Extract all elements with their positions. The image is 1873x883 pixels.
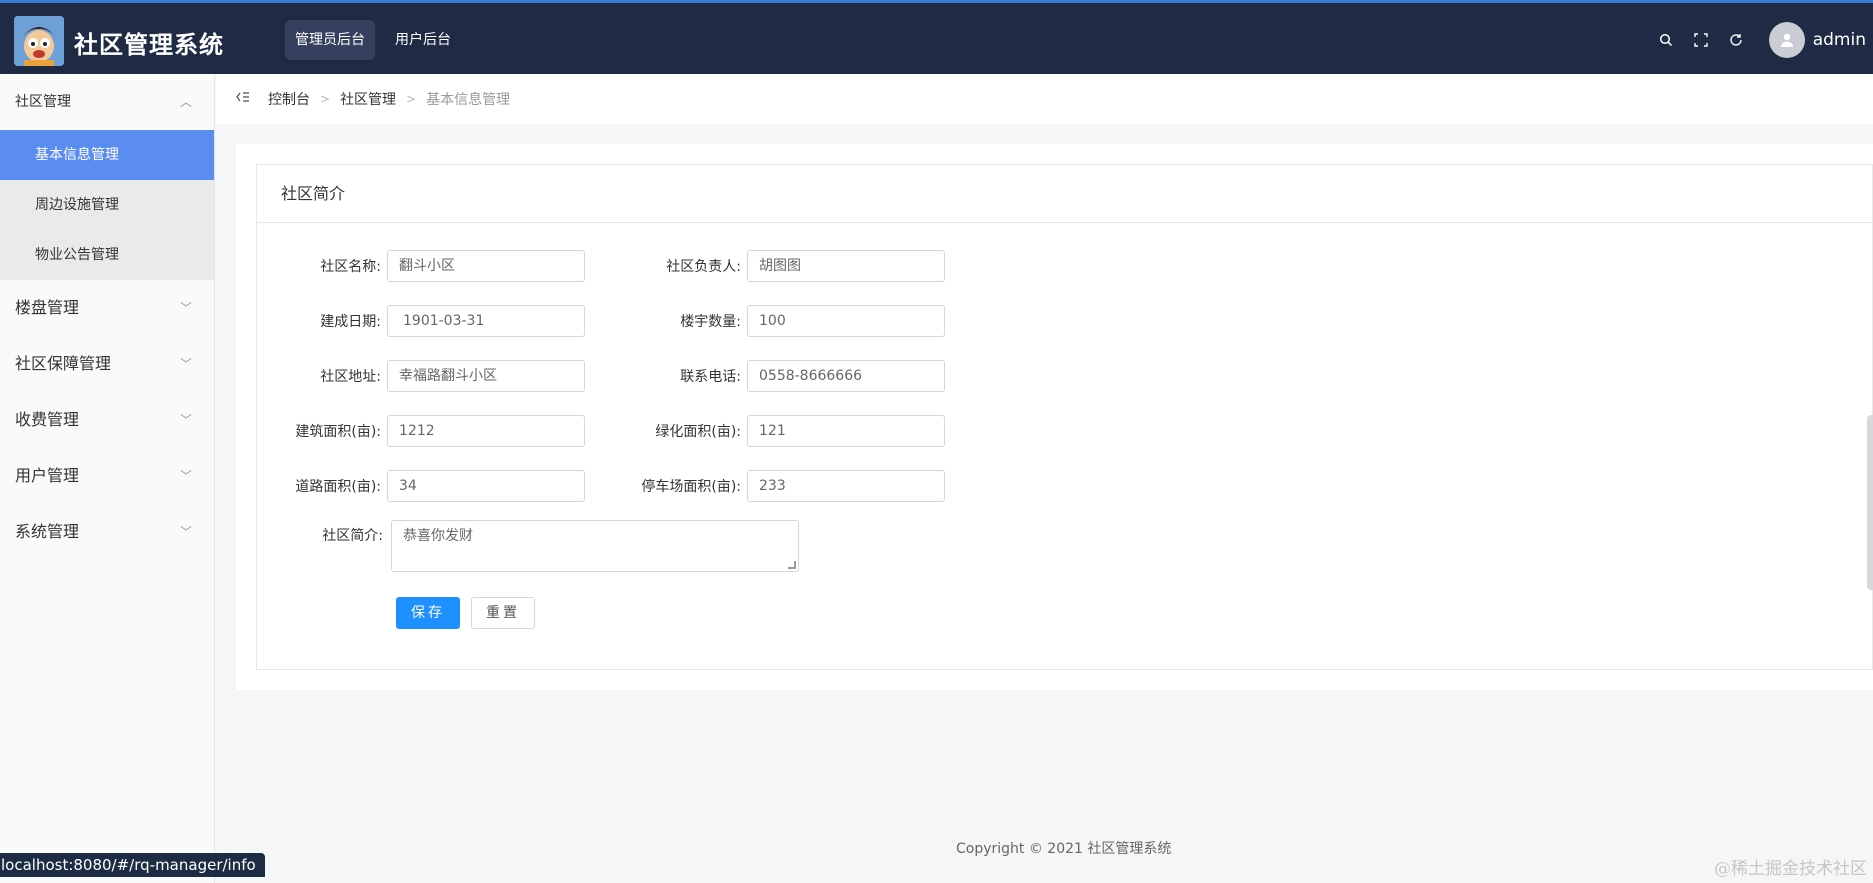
top-header: 社区管理系统 管理员后台 用户后台 admin: [0, 0, 1873, 74]
phone-input[interactable]: 0558-8666666: [747, 360, 945, 392]
chevron-down-icon: ﹀: [179, 301, 192, 315]
breadcrumb-community[interactable]: 社区管理: [340, 89, 396, 109]
chevron-down-icon: ﹀: [179, 469, 192, 483]
building-count-input[interactable]: 100: [747, 305, 945, 337]
form-row-road-area: 道路面积(亩): 34: [257, 470, 585, 502]
menu-label: 社区管理: [15, 94, 71, 110]
status-bar-url: localhost:8080/#/rq-manager/info: [0, 853, 265, 877]
parking-area-label: 停车场面积(亩):: [641, 479, 741, 495]
intro-label: 社区简介:: [322, 528, 383, 544]
resize-handle-icon[interactable]: [788, 561, 796, 569]
built-date-label: 建成日期:: [320, 314, 381, 330]
nav-admin-backend[interactable]: 管理员后台: [285, 20, 375, 60]
menu-group-community: 社区管理 ︿ 基本信息管理 周边设施管理 物业公告管理: [0, 74, 214, 280]
menu-label: 用户管理: [15, 466, 80, 485]
road-area-input[interactable]: 34: [387, 470, 585, 502]
phone-label: 联系电话:: [680, 369, 741, 385]
green-area-label: 绿化面积(亩):: [655, 424, 741, 440]
construct-area-input[interactable]: 1212: [387, 415, 585, 447]
community-leader-label: 社区负责人:: [666, 259, 741, 275]
menu-fees[interactable]: 收费管理 ﹀: [0, 392, 214, 448]
refresh-icon[interactable]: [1719, 33, 1754, 47]
form-row-green-area: 绿化面积(亩): 121: [617, 415, 945, 447]
chevron-right-icon: >: [406, 92, 417, 106]
watermark: @稀土掘金技术社区: [1714, 859, 1867, 879]
form-row-built: 建成日期: 1901-03-31: [257, 305, 585, 337]
chevron-up-icon: ︿: [179, 95, 192, 109]
menu-label: 收费管理: [15, 410, 80, 429]
avatar: [1768, 22, 1805, 58]
app-logo-image: [14, 16, 64, 66]
top-nav: 管理员后台 用户后台: [285, 20, 461, 60]
sidebar-item-announcements[interactable]: 物业公告管理: [0, 230, 214, 280]
community-leader-input[interactable]: 胡图图: [747, 250, 945, 282]
footer-copyright: Copyright © 2021 社区管理系统: [956, 841, 1172, 857]
sidebar-item-basic-info[interactable]: 基本信息管理: [0, 130, 214, 180]
form-row-leader: 社区负责人: 胡图图: [617, 250, 945, 282]
chevron-right-icon: >: [320, 92, 331, 106]
sidebar-item-facilities[interactable]: 周边设施管理: [0, 180, 214, 230]
menu-security[interactable]: 社区保障管理 ﹀: [0, 336, 214, 392]
chevron-down-icon: ﹀: [179, 413, 192, 427]
username: admin: [1812, 30, 1866, 50]
form-row-address: 社区地址: 幸福路翻斗小区: [257, 360, 585, 392]
reset-button[interactable]: 重置: [471, 597, 535, 629]
user-menu[interactable]: admin: [1768, 22, 1866, 58]
fullscreen-icon[interactable]: [1684, 33, 1719, 47]
road-area-label: 道路面积(亩):: [295, 479, 381, 495]
address-label: 社区地址:: [320, 369, 381, 385]
breadcrumb: 控制台 > 社区管理 > 基本信息管理: [216, 74, 1873, 124]
chevron-down-icon: ﹀: [179, 525, 192, 539]
menu-community[interactable]: 社区管理 ︿: [0, 74, 214, 130]
form-row-buildings: 楼宇数量: 100: [617, 305, 945, 337]
submenu-community: 基本信息管理 周边设施管理 物业公告管理: [0, 130, 214, 280]
main-content: 社区简介 社区名称: 翻斗小区 社区负责人: 胡图图 建成日期: 1901-03…: [236, 144, 1873, 690]
menu-label: 楼盘管理: [15, 298, 80, 317]
form-row-parking-area: 停车场面积(亩): 233: [617, 470, 945, 502]
built-date-input[interactable]: 1901-03-31: [387, 305, 585, 337]
intro-text: 恭喜你发财: [403, 528, 473, 544]
breadcrumb-current: 基本信息管理: [426, 92, 511, 108]
chevron-down-icon: ﹀: [179, 357, 192, 371]
community-name-input[interactable]: 翻斗小区: [387, 250, 585, 282]
collapse-sidebar-icon[interactable]: [236, 91, 250, 107]
construct-area-label: 建筑面积(亩):: [295, 424, 381, 440]
form-row-phone: 联系电话: 0558-8666666: [617, 360, 945, 392]
form-row-intro: 社区简介: 恭喜你发财: [257, 520, 799, 572]
breadcrumb-dashboard[interactable]: 控制台: [268, 89, 310, 109]
green-area-input[interactable]: 121: [747, 415, 945, 447]
sidebar: 社区管理 ︿ 基本信息管理 周边设施管理 物业公告管理 楼盘管理 ﹀ 社区保障管…: [0, 74, 215, 883]
menu-label: 系统管理: [15, 522, 80, 541]
menu-buildings[interactable]: 楼盘管理 ﹀: [0, 280, 214, 336]
info-card: 社区简介 社区名称: 翻斗小区 社区负责人: 胡图图 建成日期: 1901-03…: [256, 164, 1873, 670]
side-scroll-handle[interactable]: [1867, 415, 1873, 590]
save-button[interactable]: 保存: [396, 597, 460, 629]
parking-area-input[interactable]: 233: [747, 470, 945, 502]
menu-label: 社区保障管理: [15, 354, 112, 373]
search-icon[interactable]: [1649, 33, 1684, 47]
menu-system[interactable]: 系统管理 ﹀: [0, 504, 214, 560]
app-title: 社区管理系统: [74, 31, 224, 59]
building-count-label: 楼宇数量:: [680, 314, 741, 330]
form-row-construct-area: 建筑面积(亩): 1212: [257, 415, 585, 447]
header-tools: admin: [1649, 3, 1873, 77]
intro-textarea[interactable]: 恭喜你发财: [391, 520, 799, 572]
address-input[interactable]: 幸福路翻斗小区: [387, 360, 585, 392]
form-row-name: 社区名称: 翻斗小区: [257, 250, 585, 282]
menu-users[interactable]: 用户管理 ﹀: [0, 448, 214, 504]
community-name-label: 社区名称:: [320, 259, 381, 275]
card-title: 社区简介: [257, 165, 1872, 223]
nav-user-backend[interactable]: 用户后台: [385, 20, 461, 60]
